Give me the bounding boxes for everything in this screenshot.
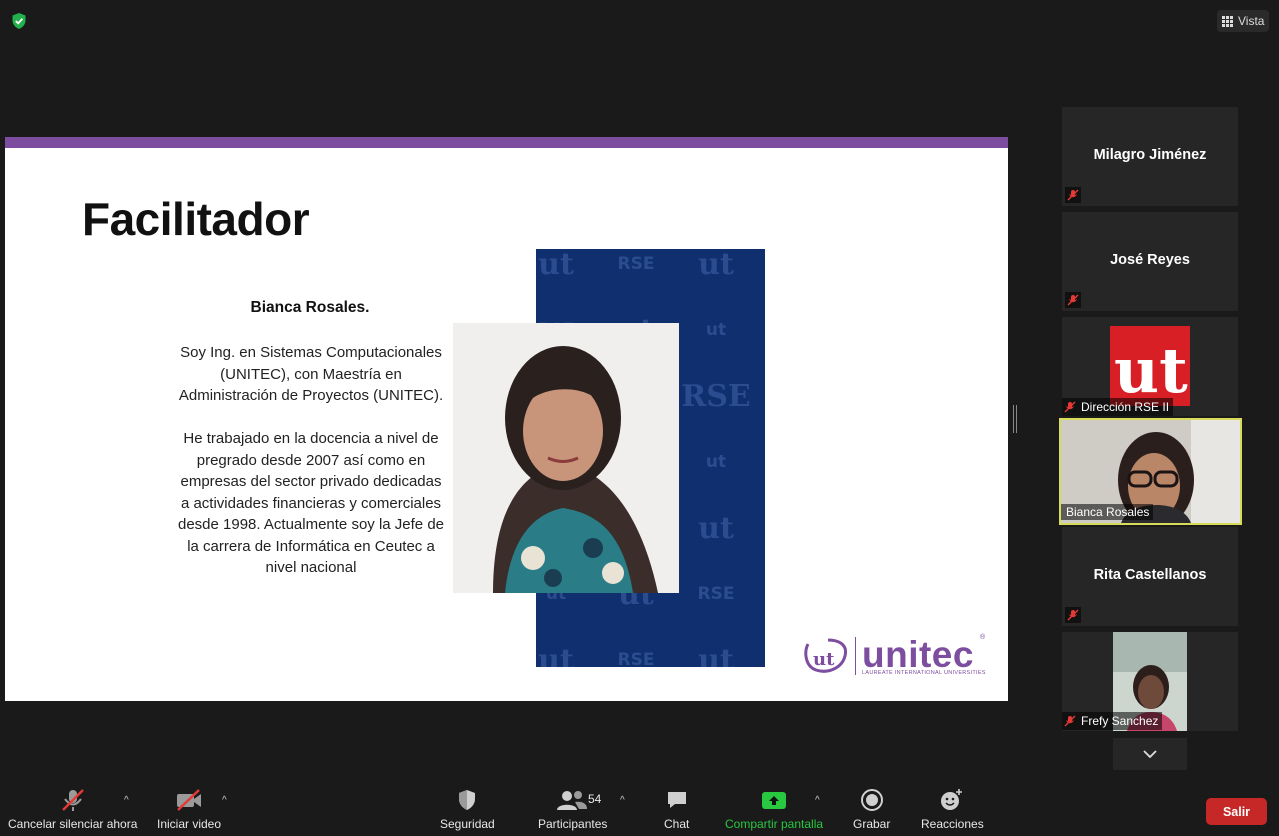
bio-text: Soy Ing. en Sistemas Computacionales (UN…	[175, 342, 447, 600]
svg-text:ut: ut	[1114, 334, 1188, 406]
participant-name: José Reyes	[1110, 252, 1190, 268]
bio-paragraph-1: Soy Ing. en Sistemas Computacionales (UN…	[178, 344, 444, 404]
record-label: Grabar	[853, 817, 891, 831]
grid-icon	[1222, 15, 1233, 27]
participant-name: Bianca Rosales	[1066, 505, 1150, 519]
pattern-logo-glyph: ut	[705, 452, 727, 472]
start-video-label: Iniciar video	[157, 817, 222, 831]
view-button[interactable]: Vista	[1217, 10, 1269, 32]
participant-name: Milagro Jiménez	[1093, 147, 1207, 163]
scroll-participants-down-button[interactable]	[1113, 738, 1187, 770]
record-icon	[860, 789, 883, 811]
svg-text:ut: ut	[813, 649, 835, 670]
participant-name: Rita Castellanos	[1093, 567, 1207, 583]
unitec-mark-icon: ut	[804, 638, 848, 673]
mic-muted-icon	[1065, 292, 1081, 308]
participant-label: Frefy Sanchez	[1062, 712, 1163, 730]
participant-tile[interactable]: Frefy Sanchez	[1062, 632, 1238, 731]
pattern-logo-glyph: ut	[698, 510, 734, 546]
bio-name: Bianca Rosales.	[250, 299, 370, 316]
participant-tile-active-speaker[interactable]: Bianca Rosales	[1059, 418, 1242, 525]
pattern-logo-glyph: RSE	[697, 584, 735, 604]
participant-tile[interactable]: Milagro Jiménez	[1062, 107, 1238, 206]
pattern-logo-glyph: ut	[698, 642, 734, 668]
participants-icon	[556, 791, 587, 810]
emoji-add-icon	[941, 789, 963, 810]
share-screen-icon	[762, 792, 787, 809]
unmute-button[interactable]: Cancelar silenciar ahora	[8, 788, 137, 831]
participants-label: Participantes	[538, 817, 608, 831]
pattern-logo-glyph: RSE	[617, 254, 655, 274]
share-options-caret[interactable]: ^	[815, 795, 820, 806]
logo-registered: ®	[980, 634, 986, 641]
mic-muted-icon	[61, 789, 84, 811]
unitec-logo: ut unitec ® LAUREATE INTERNATIONAL UNIVE…	[800, 634, 990, 682]
participant-tile[interactable]: ut Dirección RSE II	[1062, 317, 1238, 416]
facilitator-photo	[453, 323, 679, 593]
start-video-button[interactable]: Iniciar video	[157, 788, 221, 831]
pattern-logo-glyph: ut	[538, 642, 574, 668]
unmute-label: Cancelar silenciar ahora	[8, 817, 138, 831]
reactions-label: Reacciones	[921, 817, 984, 831]
security-label: Seguridad	[440, 817, 495, 831]
security-button[interactable]: Seguridad	[440, 788, 495, 831]
view-button-label: Vista	[1238, 14, 1265, 28]
participant-tile[interactable]: José Reyes	[1062, 212, 1238, 311]
bio-paragraph-2: He trabajado en la docencia a nivel de p…	[177, 430, 444, 576]
pattern-logo-glyph: ut	[538, 249, 574, 282]
video-options-caret[interactable]: ^	[222, 795, 227, 806]
participant-name: Dirección RSE II	[1081, 400, 1170, 414]
share-screen-button[interactable]: Compartir pantalla	[725, 788, 823, 831]
logo-subtitle: LAUREATE INTERNATIONAL UNIVERSITIES	[862, 670, 986, 676]
split-resize-handle[interactable]	[1013, 405, 1017, 433]
participants-count: 54	[588, 792, 602, 806]
slide-accent-band	[5, 137, 1008, 148]
chat-label: Chat	[664, 817, 690, 831]
pattern-logo-glyph: ut	[705, 320, 727, 340]
chevron-down-icon	[1143, 750, 1157, 758]
shield-icon	[459, 790, 476, 810]
mic-muted-icon	[1065, 187, 1081, 203]
participant-name: Frefy Sanchez	[1081, 714, 1159, 728]
share-screen-label: Compartir pantalla	[725, 817, 824, 831]
chat-button[interactable]: Chat	[664, 788, 689, 831]
audio-options-caret[interactable]: ^	[124, 795, 129, 806]
slide-title: Facilitador	[82, 193, 310, 245]
participant-label: Bianca Rosales	[1061, 504, 1154, 520]
pattern-logo-glyph: RSE	[681, 378, 751, 414]
mic-muted-icon	[1062, 713, 1078, 729]
mic-muted-icon	[1062, 399, 1078, 415]
video-off-icon	[177, 789, 202, 811]
record-button[interactable]: Grabar	[853, 788, 890, 831]
logo-divider	[855, 637, 856, 675]
chat-bubble-icon	[667, 792, 686, 808]
shared-slide: Facilitador Bianca Rosales. Soy Ing. en …	[5, 137, 1008, 701]
leave-button[interactable]: Salir	[1206, 798, 1267, 825]
security-shield-icon[interactable]	[10, 12, 28, 30]
participant-tile[interactable]: Rita Castellanos	[1062, 527, 1238, 626]
pattern-logo-glyph: ut	[698, 249, 734, 282]
participant-avatar: ut	[1110, 326, 1190, 407]
reactions-button[interactable]: Reacciones	[921, 788, 984, 831]
pattern-logo-glyph: RSE	[617, 650, 655, 667]
mic-muted-icon	[1065, 607, 1081, 623]
participant-label: Dirección RSE II	[1062, 398, 1174, 416]
participants-options-caret[interactable]: ^	[620, 795, 625, 806]
